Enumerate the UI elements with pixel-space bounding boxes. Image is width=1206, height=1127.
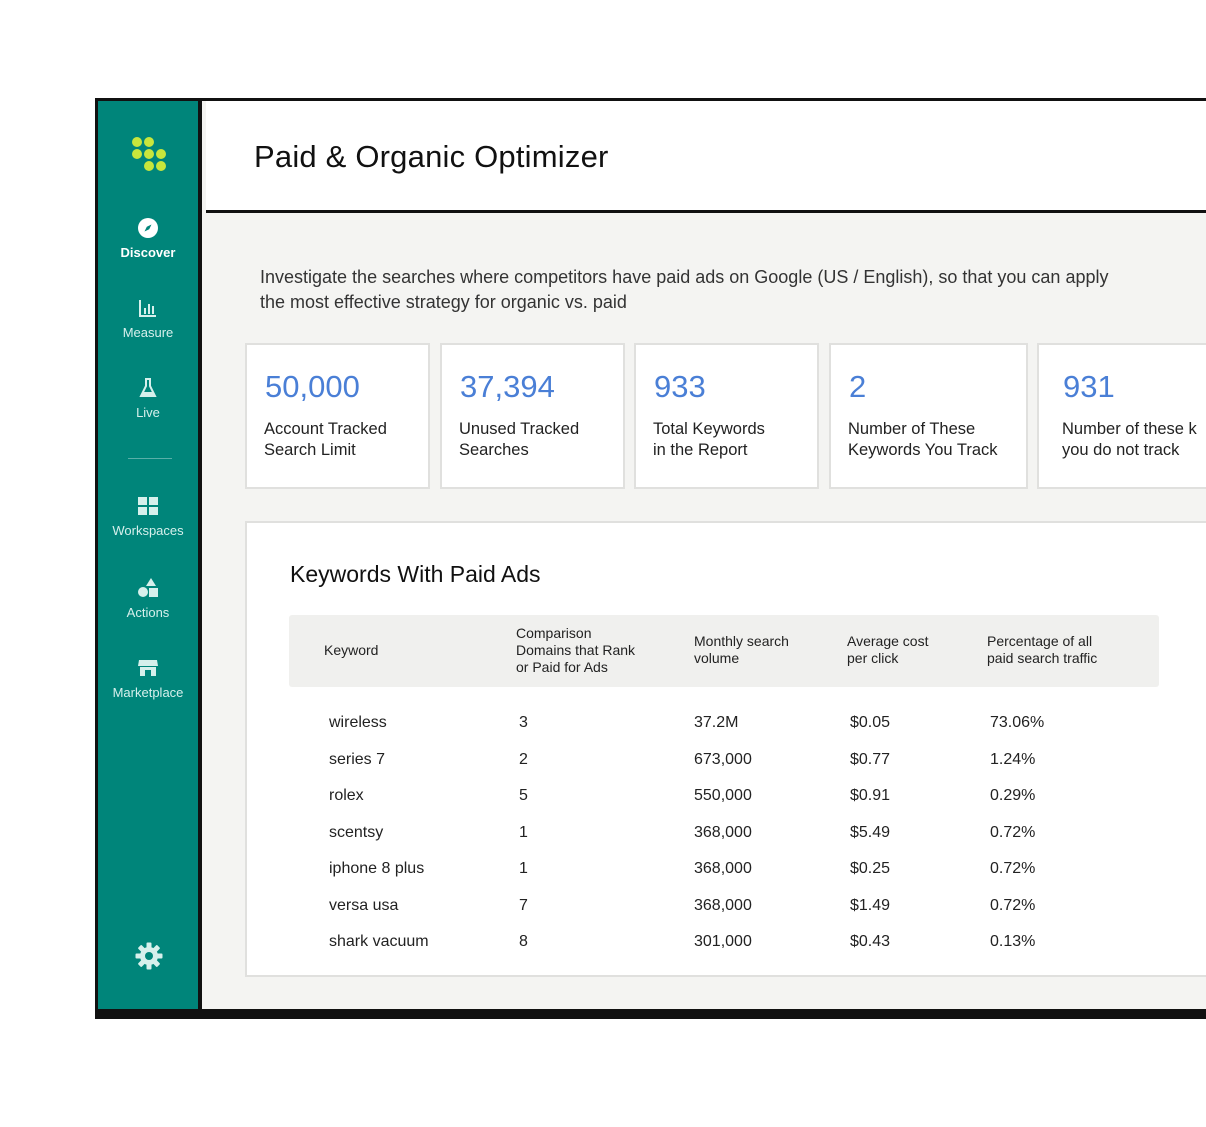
grid-icon <box>138 497 158 515</box>
stat-value: 2 <box>849 369 867 404</box>
stat-label: Number of These Keywords You Track <box>848 420 998 459</box>
volume-cell: 368,000 <box>694 823 752 841</box>
keyword-cell: versa usa <box>329 896 399 914</box>
gear-icon[interactable] <box>134 941 164 971</box>
table-body: wireless 3 37.2M $0.05 73.06% series 7 2 673,00… <box>247 705 1206 975</box>
traffic-cell: 0.13% <box>990 933 1036 950</box>
stat-label: Number of these k you do not track <box>1062 420 1197 459</box>
cpc-cell: $0.91 <box>850 787 891 804</box>
domains-cell: 2 <box>519 750 528 768</box>
cpc-cell: $0.77 <box>850 750 891 768</box>
page-description: Investigate the searches where competito… <box>260 267 1109 312</box>
stat-label: Unused Tracked Searches <box>459 420 580 459</box>
dots-logo-icon[interactable] <box>130 137 172 177</box>
keyword-cell: wireless <box>329 714 387 731</box>
column-header-traffic-pct[interactable]: Percentage of all paid search traffic <box>987 633 1097 667</box>
domains-cell: 3 <box>519 714 528 731</box>
keyword-cell: shark vacuum <box>329 933 429 950</box>
table-title: Keywords With Paid Ads <box>290 561 541 587</box>
keyword-cell: series 7 <box>329 750 386 768</box>
stat-value: 37,394 <box>460 369 555 404</box>
stat-card-account-limit: 50,000 Account Tracked Search Limit <box>245 343 430 489</box>
stat-card-total-keywords: 933 Total Keywords in the Report <box>634 343 819 489</box>
sidebar-item-label: Live <box>136 405 160 420</box>
cpc-cell: $5.49 <box>850 823 891 841</box>
column-header-comparison-domains[interactable]: Comparison Domains that Rank or Paid for… <box>516 625 635 676</box>
stat-value: 933 <box>654 369 706 404</box>
storefront-icon <box>138 660 158 676</box>
page-header: Paid & Organic Optimizer <box>206 101 1206 213</box>
shapes-icon <box>138 578 158 597</box>
page-title: Paid & Organic Optimizer <box>254 139 609 174</box>
stat-label: Total Keywords in the Report <box>653 420 765 459</box>
table-row[interactable]: iphone 8 plus 1 368,000 $0.25 0.72% <box>247 851 1206 887</box>
table-row[interactable]: series 7 2 673,000 $0.77 1.24% <box>247 742 1206 778</box>
cpc-cell: $0.25 <box>850 860 891 877</box>
traffic-cell: 1.24% <box>990 750 1036 768</box>
domains-cell: 8 <box>519 933 528 950</box>
keyword-cell: iphone 8 plus <box>329 860 425 877</box>
volume-cell: 301,000 <box>694 933 752 950</box>
sidebar-item-label: Actions <box>126 605 170 620</box>
flask-icon <box>139 378 157 397</box>
domains-cell: 7 <box>519 896 528 914</box>
sidebar-item-discover[interactable]: Discover <box>98 217 198 260</box>
sidebar-item-label: Marketplace <box>112 685 184 700</box>
volume-cell: 673,000 <box>694 750 752 768</box>
table-row[interactable]: versa usa 7 368,000 $1.49 0.72% <box>247 888 1206 924</box>
sidebar: Discover Measure Live Workspaces Actions… <box>98 101 202 1009</box>
stat-value: 50,000 <box>265 369 360 404</box>
stat-card-tracked-keywords: 2 Number of These Keywords You Track <box>829 343 1028 489</box>
traffic-cell: 73.06% <box>990 714 1045 731</box>
stat-card-untracked-keywords: 931 Number of these k you do not track <box>1037 343 1206 489</box>
volume-cell: 550,000 <box>694 787 752 804</box>
traffic-cell: 0.72% <box>990 896 1036 914</box>
cpc-cell: $1.49 <box>850 896 891 914</box>
table-row[interactable]: scentsy 1 368,000 $5.49 0.72% <box>247 815 1206 851</box>
compass-icon <box>138 218 158 238</box>
volume-cell: 368,000 <box>694 896 752 914</box>
keywords-panel: Keywords With Paid Ads Keyword Compariso… <box>245 521 1206 977</box>
sidebar-item-workspaces[interactable]: Workspaces <box>98 495 198 538</box>
sidebar-item-label: Workspaces <box>112 523 184 538</box>
domains-cell: 5 <box>519 787 528 804</box>
sidebar-item-measure[interactable]: Measure <box>98 297 198 340</box>
traffic-cell: 0.29% <box>990 787 1036 804</box>
domains-cell: 1 <box>519 823 528 841</box>
table-row[interactable]: wireless 3 37.2M $0.05 73.06% <box>247 705 1206 741</box>
stat-value: 931 <box>1063 369 1115 404</box>
table-header: Keyword Comparison Domains that Rank or … <box>289 615 1159 687</box>
sidebar-item-label: Measure <box>122 325 174 340</box>
volume-cell: 37.2M <box>694 714 739 731</box>
traffic-cell: 0.72% <box>990 823 1036 841</box>
sidebar-item-actions[interactable]: Actions <box>98 577 198 620</box>
domains-cell: 1 <box>519 860 528 877</box>
table-row[interactable]: rolex 5 550,000 $0.91 0.29% <box>247 778 1206 814</box>
keyword-cell: rolex <box>329 787 364 804</box>
table-row[interactable]: shark vacuum 8 301,000 $0.43 0.13% <box>247 924 1206 960</box>
app-window: Discover Measure Live Workspaces Actions… <box>95 98 1206 1019</box>
column-header-monthly-volume[interactable]: Monthly search volume <box>694 633 789 667</box>
sidebar-item-label: Discover <box>120 245 176 260</box>
bar-chart-icon <box>139 300 156 317</box>
keyword-cell: scentsy <box>329 823 384 841</box>
column-header-keyword[interactable]: Keyword <box>324 642 378 659</box>
stat-label: Account Tracked Search Limit <box>264 420 387 459</box>
sidebar-item-live[interactable]: Live <box>98 377 198 420</box>
volume-cell: 368,000 <box>694 860 752 877</box>
column-header-avg-cpc[interactable]: Average cost per click <box>847 633 928 667</box>
traffic-cell: 0.72% <box>990 860 1036 877</box>
sidebar-item-marketplace[interactable]: Marketplace <box>98 657 198 700</box>
cpc-cell: $0.05 <box>850 714 891 731</box>
cpc-cell: $0.43 <box>850 933 891 950</box>
stat-card-unused-searches: 37,394 Unused Tracked Searches <box>440 343 625 489</box>
sidebar-divider <box>128 458 172 459</box>
